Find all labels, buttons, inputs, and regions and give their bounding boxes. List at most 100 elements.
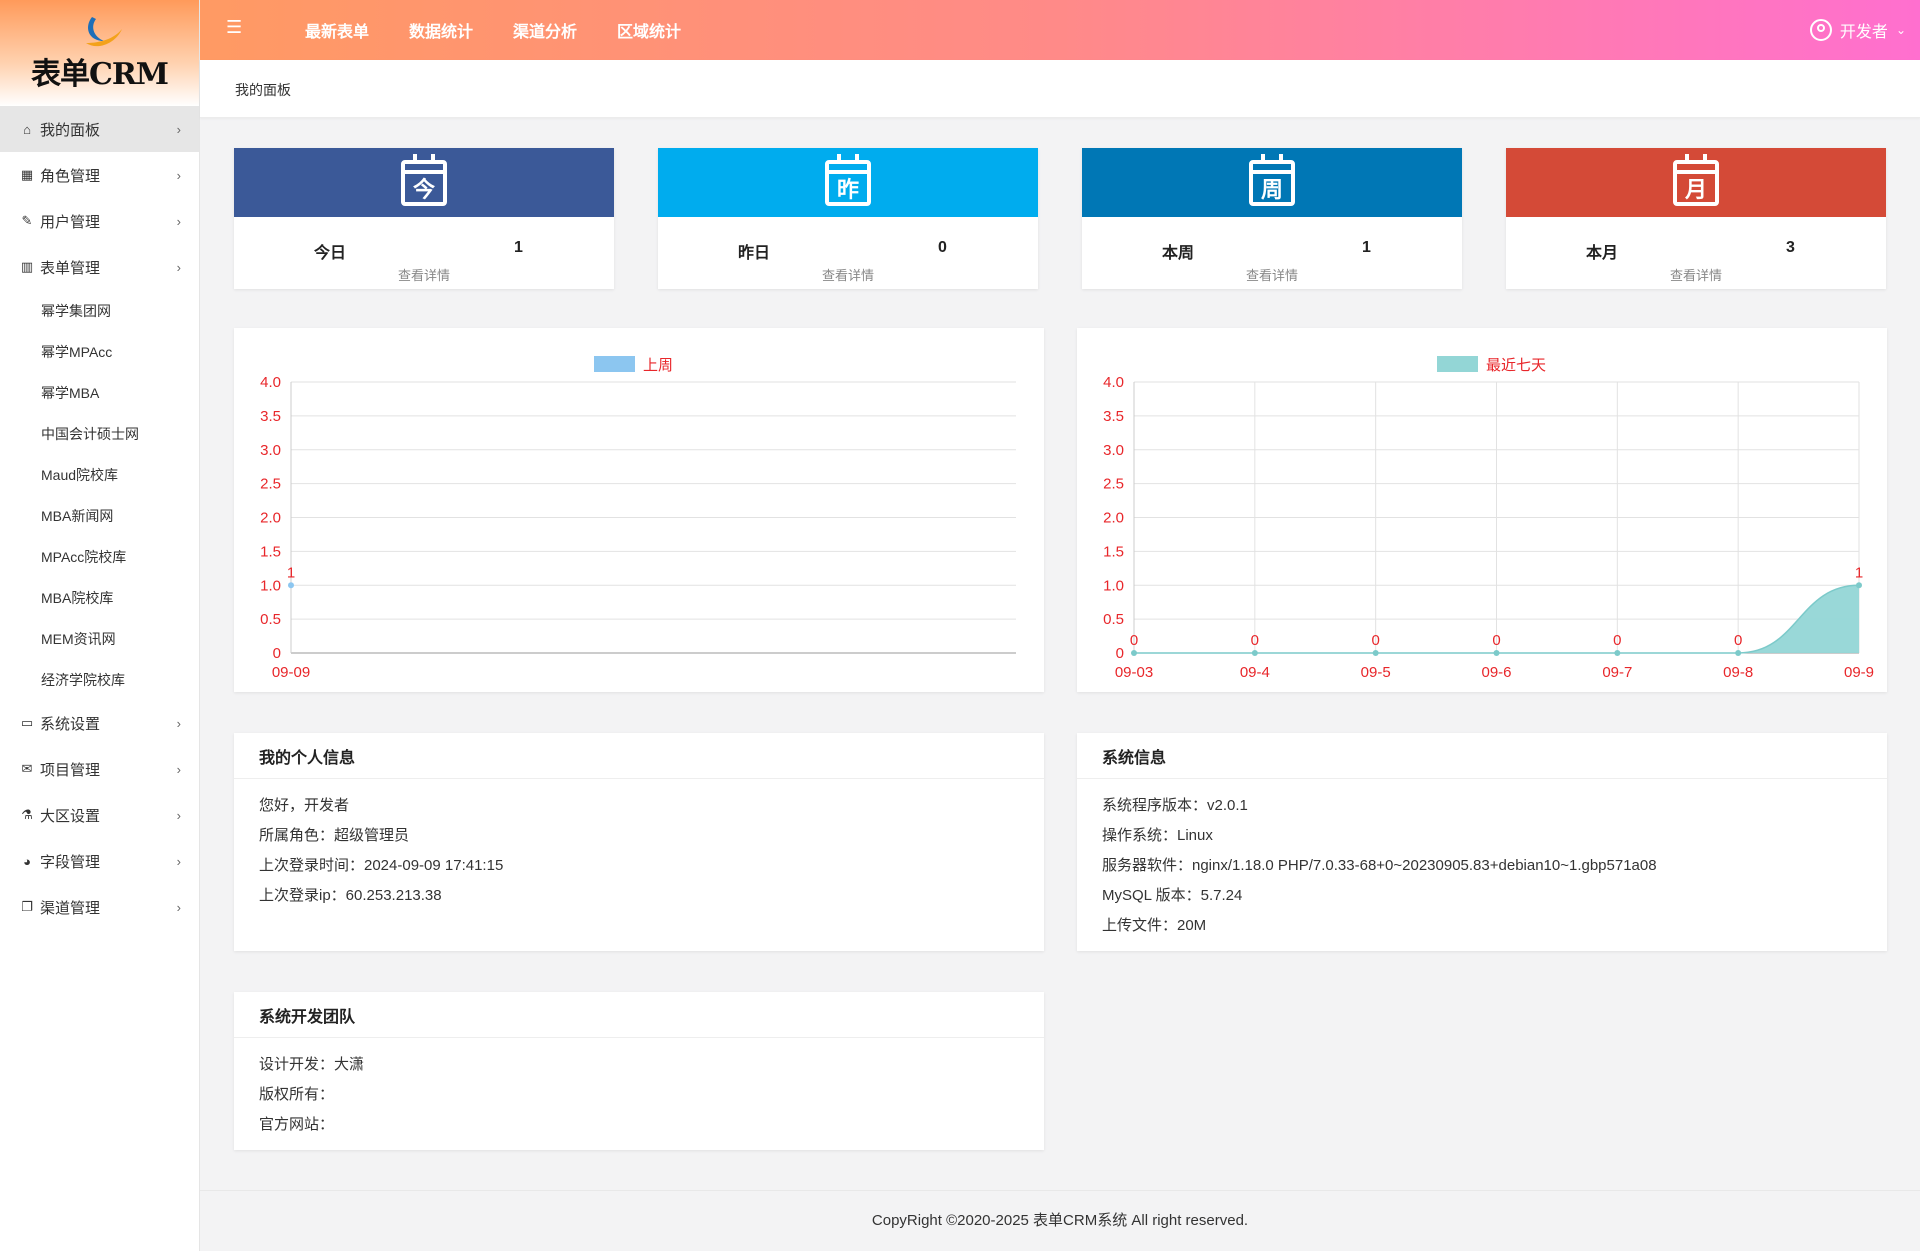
stat-band: 昨 xyxy=(658,148,1038,217)
chevron-right-icon: › xyxy=(176,715,181,731)
sidebar-item-dashboard[interactable]: ⌂ 我的面板 › xyxy=(0,106,199,152)
view-details-link[interactable]: 查看详情 xyxy=(1506,265,1886,284)
sidebar-item-system-settings[interactable]: ▭ 系统设置 › xyxy=(0,700,199,746)
y-tick-label: 3.5 xyxy=(1103,408,1124,425)
chevron-right-icon: › xyxy=(176,121,181,137)
data-point xyxy=(1131,650,1137,656)
y-tick-label: 0 xyxy=(1116,645,1124,662)
x-tick-label: 09-09 xyxy=(272,664,310,681)
x-tick-label: 09-7 xyxy=(1602,664,1632,681)
data-label: 0 xyxy=(1251,632,1259,649)
chevron-right-icon: › xyxy=(176,213,181,229)
logo[interactable]: 表单CRM xyxy=(0,0,199,106)
chevron-right-icon: › xyxy=(176,853,181,869)
footer: CopyRight ©2020-2025 表单CRM系统 All right r… xyxy=(200,1190,1920,1251)
sidebar-subitem[interactable]: MBA新闻网 xyxy=(0,495,199,536)
system-server-software: 服务器软件：nginx/1.18.0 PHP/7.0.33-68+0~20230… xyxy=(1102,857,1657,874)
view-details-link[interactable]: 查看详情 xyxy=(1082,265,1462,284)
menu-toggle-icon[interactable]: ☰ xyxy=(226,17,242,38)
calendar-icon: 今 xyxy=(401,153,447,206)
view-details-link[interactable]: 查看详情 xyxy=(658,265,1038,284)
data-label: 0 xyxy=(1371,632,1379,649)
calendar-icon: 周 xyxy=(1249,153,1295,206)
stat-band: 周 xyxy=(1082,148,1462,217)
top-nav-data-stats[interactable]: 数据统计 xyxy=(409,18,473,42)
sidebar-subitem[interactable]: Maud院校库 xyxy=(0,454,199,495)
y-tick-label: 0 xyxy=(273,645,281,662)
stat-card-yesterday: 昨昨日 0 查看详情 xyxy=(658,148,1038,289)
chevron-right-icon: › xyxy=(176,167,181,183)
edit-icon: ✎ xyxy=(21,213,33,228)
stat-label: 本周 xyxy=(1162,245,1195,262)
sidebar-item-fields[interactable]: ◕ 字段管理 › xyxy=(0,838,199,884)
sidebar-subitem[interactable]: MPAcc院校库 xyxy=(0,536,199,577)
stat-label: 昨日 xyxy=(738,245,771,262)
sidebar-subitem[interactable]: 幂学集团网 xyxy=(0,290,199,331)
system-os: 操作系统：Linux xyxy=(1102,827,1213,844)
sidebar-item-users[interactable]: ✎ 用户管理 › xyxy=(0,198,199,244)
sidebar-subitem[interactable]: 幂学MBA xyxy=(0,372,199,413)
personal-last-login-ip: 上次登录ip：60.253.213.38 xyxy=(259,887,442,904)
stat-label: 本月 xyxy=(1586,245,1619,262)
stat-card-month: 月本月 3 查看详情 xyxy=(1506,148,1886,289)
stat-value: 1 xyxy=(1362,239,1371,256)
x-tick-label: 09-6 xyxy=(1481,664,1511,681)
stat-row: 今日 1 xyxy=(234,217,614,262)
data-point xyxy=(288,582,294,589)
system-mysql-version: MySQL 版本：5.7.24 xyxy=(1102,887,1243,904)
chevron-down-icon: ⌄ xyxy=(1895,23,1906,37)
last-seven-days-chart: 最近七天 4.0 3.5 3.0 2.5 2.0 1.5 1.0 0.5 0 0 0 0 0 0 0 1 09-0… xyxy=(1077,328,1887,692)
stat-value: 1 xyxy=(514,239,523,256)
data-label: 0 xyxy=(1130,632,1138,649)
x-tick-label: 09-9 xyxy=(1844,664,1874,681)
sidebar: 表单CRM ⌂ 我的面板 › ▦ 角色管理 › ✎ 用户管理 › ▥ 表单管理 › 幂学集团网 幂学MPA… xyxy=(0,0,200,1251)
sidebar-item-label: 渠道管理 xyxy=(40,899,101,917)
data-label: 0 xyxy=(1613,632,1621,649)
data-label: 1 xyxy=(287,564,295,581)
y-tick-label: 3.0 xyxy=(1103,442,1124,459)
y-tick-label: 2.0 xyxy=(1103,510,1124,527)
sidebar-item-label: 我的面板 xyxy=(40,121,101,139)
stat-band: 月 xyxy=(1506,148,1886,217)
legend-swatch xyxy=(1437,356,1478,372)
y-tick-label: 4.0 xyxy=(260,374,281,391)
chevron-right-icon: › xyxy=(176,761,181,777)
dev-team-designer: 设计开发：大潇 xyxy=(259,1056,365,1073)
y-tick-label: 3.0 xyxy=(260,442,281,459)
legend-swatch xyxy=(594,356,635,372)
sidebar-item-roles[interactable]: ▦ 角色管理 › xyxy=(0,152,199,198)
chevron-right-icon: › xyxy=(176,259,181,275)
top-nav-region-stats[interactable]: 区域统计 xyxy=(617,18,681,42)
user-menu[interactable]: 开发者 ⌄ xyxy=(1809,0,1906,60)
sidebar-subitem[interactable]: MBA院校库 xyxy=(0,577,199,618)
view-details-link[interactable]: 查看详情 xyxy=(234,265,614,284)
sidebar-subitem[interactable]: 中国会计硕士网 xyxy=(0,413,199,454)
sidebar-subitem[interactable]: MEM资讯网 xyxy=(0,618,199,659)
dev-team-title: 系统开发团队 xyxy=(234,992,1044,1038)
stat-value: 3 xyxy=(1786,239,1795,256)
chevron-right-icon: › xyxy=(176,899,181,915)
top-nav: 最新表单 数据统计 渠道分析 区域统计 xyxy=(305,0,721,60)
breadcrumb-current: 我的面板 xyxy=(235,82,291,98)
x-tick-label: 09-4 xyxy=(1240,664,1270,681)
user-name: 开发者 xyxy=(1839,24,1888,41)
legend-label: 最近七天 xyxy=(1486,357,1546,374)
y-tick-label: 4.0 xyxy=(1103,374,1124,391)
last-week-chart-svg: 上周 4.0 3.5 3.0 2.5 2.0 1.5 1.0 0.5 0 1 09-09 xyxy=(260,356,1016,681)
data-point xyxy=(1493,650,1500,656)
sidebar-nav: ⌂ 我的面板 › ▦ 角色管理 › ✎ 用户管理 › ▥ 表单管理 › 幂学集团网 幂学MPAcc 幂学MB… xyxy=(0,106,199,930)
sidebar-item-forms[interactable]: ▥ 表单管理 › xyxy=(0,244,199,290)
top-nav-channel-analysis[interactable]: 渠道分析 xyxy=(513,18,577,42)
copy-icon: ❐ xyxy=(21,899,33,914)
sidebar-subitem[interactable]: 幂学MPAcc xyxy=(0,331,199,372)
top-nav-latest-forms[interactable]: 最新表单 xyxy=(305,18,369,42)
dev-team-website: 官方网站： xyxy=(259,1116,335,1133)
sidebar-item-projects[interactable]: ✉ 项目管理 › xyxy=(0,746,199,792)
y-tick-label: 1.5 xyxy=(260,543,281,560)
home-icon: ⌂ xyxy=(23,121,31,137)
sidebar-subitem[interactable]: 经济学院校库 xyxy=(0,659,199,700)
sidebar-item-channels[interactable]: ❐ 渠道管理 › xyxy=(0,884,199,930)
data-label: 0 xyxy=(1492,632,1500,649)
sidebar-item-regions[interactable]: ⚗ 大区设置 › xyxy=(0,792,199,838)
sidebar-item-label: 表单管理 xyxy=(40,259,101,277)
